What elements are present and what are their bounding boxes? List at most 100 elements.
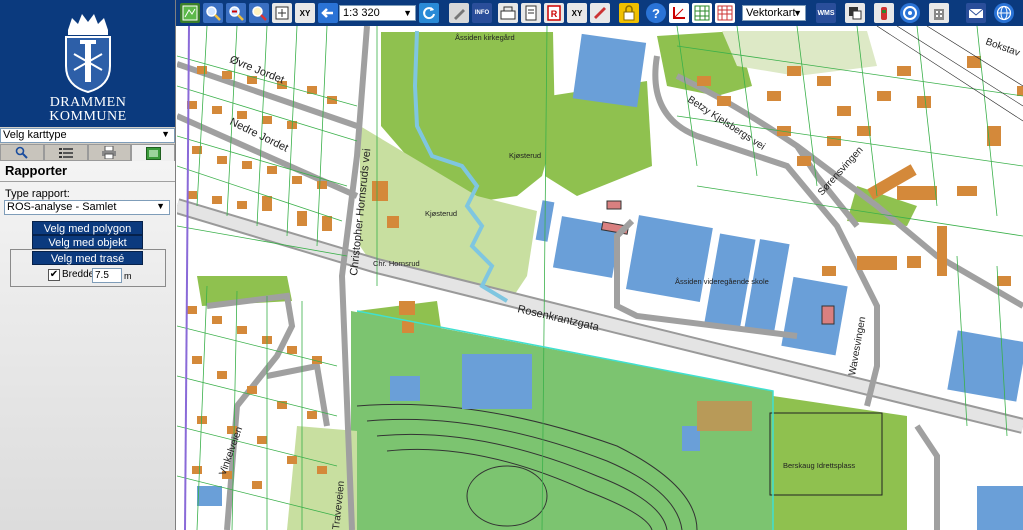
panel-divider — [0, 181, 175, 182]
coordinate-icon: XY — [299, 8, 311, 18]
back-button[interactable] — [318, 3, 338, 23]
coordinate-xy-icon: XY — [571, 8, 583, 18]
back-arrow-icon — [321, 8, 333, 18]
lock-icon — [623, 5, 635, 21]
info-icon: INFO — [474, 9, 490, 16]
house-near-school — [822, 266, 836, 276]
axis-button[interactable] — [669, 3, 689, 23]
map-select[interactable]: Vektorkart ▼ — [742, 5, 806, 21]
help-button[interactable]: ? — [646, 3, 666, 23]
globe-button[interactable] — [994, 3, 1014, 23]
map-label-assiden-kirkegard: Åssiden kirkegård — [455, 33, 515, 42]
select-trase-button[interactable]: Velg med trasé — [32, 251, 143, 265]
report-type-select-value: ROS-analyse - Samlet — [7, 201, 117, 213]
reports-panel: Rapporter Type rapport: ROS-analyse - Sa… — [0, 161, 175, 530]
grid-button[interactable] — [692, 3, 712, 23]
globe-icon — [996, 5, 1012, 21]
refresh-icon — [423, 7, 435, 20]
pan-button[interactable] — [272, 3, 292, 23]
coat-of-arms-logo — [65, 14, 111, 94]
scale-select-value: 1:3 320 — [343, 7, 380, 19]
chevron-down-icon: ▼ — [161, 129, 170, 139]
pan-icon — [275, 6, 289, 20]
org-name-line2: KOMMUNE — [49, 109, 127, 124]
target-button[interactable] — [900, 3, 920, 23]
wms-button[interactable]: WMS — [816, 3, 836, 23]
scale-select[interactable]: 1:3 320 ▼ — [339, 5, 416, 21]
zoom-extent-icon — [252, 6, 267, 21]
zoom-out-icon — [229, 6, 244, 21]
refresh-button[interactable] — [419, 3, 439, 23]
chevron-down-icon: ▼ — [793, 8, 802, 18]
report-type-select[interactable]: ROS-analyse - Samlet ▼ — [4, 200, 170, 215]
tab-search[interactable] — [0, 144, 44, 161]
svg-text:R: R — [551, 9, 558, 19]
width-checkbox[interactable]: ✔ — [48, 269, 60, 281]
map-label-kjosterud-2: Kjøsterud — [425, 209, 457, 218]
coordinate-xy-button[interactable]: XY — [567, 3, 587, 23]
map-type-select[interactable]: Velg karttype ▼ — [0, 128, 175, 143]
map-icon-button[interactable] — [180, 3, 200, 23]
sports-building — [697, 401, 752, 431]
select-polygon-button[interactable]: Velg med polygon — [32, 221, 143, 235]
wms-icon: WMS — [817, 9, 835, 17]
print-button[interactable] — [521, 3, 541, 23]
export-icon — [849, 7, 862, 20]
export-button[interactable] — [845, 3, 865, 23]
select-object-button[interactable]: Velg med objekt — [32, 235, 143, 249]
email-icon — [968, 8, 984, 18]
report-icon: R — [547, 5, 561, 21]
pink-building — [821, 305, 835, 325]
tab-reports[interactable] — [131, 144, 175, 161]
report-type-label: Type rapport: — [5, 188, 70, 200]
map-type-select-value: Velg karttype — [3, 129, 67, 141]
print-icon — [102, 146, 117, 159]
fire-button[interactable] — [874, 3, 894, 23]
tab-layers[interactable] — [43, 144, 88, 161]
width-input[interactable]: 7.5 — [92, 268, 122, 283]
target-icon — [903, 6, 917, 20]
zoom-extent-button[interactable] — [249, 3, 269, 23]
map-icon — [182, 5, 198, 21]
info-button[interactable]: INFO — [472, 3, 492, 23]
table-icon — [717, 5, 733, 21]
legend-button[interactable] — [498, 3, 518, 23]
logo-area: DRAMMEN KOMMUNE — [0, 0, 175, 127]
measure-button[interactable] — [590, 3, 610, 23]
map-label-kjosterud-1: Kjøsterud — [509, 151, 541, 160]
panel-tabs — [0, 144, 175, 161]
width-unit: m — [124, 271, 132, 281]
zoom-out-button[interactable] — [226, 3, 246, 23]
email-button[interactable] — [966, 3, 986, 23]
help-icon: ? — [652, 5, 660, 21]
layers-list-icon — [58, 147, 73, 158]
grid-icon — [694, 5, 710, 21]
tab-print[interactable] — [87, 144, 132, 161]
building-button[interactable] — [929, 3, 949, 23]
map-select-value: Vektorkart — [746, 7, 796, 19]
width-label: Bredde — [62, 269, 95, 280]
panel-title: Rapporter — [5, 163, 68, 178]
coordinate-button[interactable]: XY — [295, 3, 315, 23]
map-label-chr-hornsrud: Chr. Hornsrud — [373, 259, 420, 268]
legend-icon — [500, 6, 516, 20]
table-button[interactable] — [715, 3, 735, 23]
lock-button[interactable] — [619, 3, 639, 23]
draw-button[interactable] — [449, 3, 469, 23]
report-button[interactable]: R — [544, 3, 564, 23]
map-canvas[interactable]: Øvre Jordet Nedre Jordet Christopher Hor… — [177, 26, 1023, 530]
zoom-in-icon — [206, 6, 221, 21]
building-icon — [934, 9, 944, 20]
chevron-down-icon: ▼ — [156, 201, 165, 211]
fire-icon — [881, 7, 887, 20]
toolbar: XY 1:3 320 ▼ INFO R XY ? Vektorkart ▼ WM… — [176, 0, 1023, 26]
zoom-in-button[interactable] — [203, 3, 223, 23]
map-label-assiden-vgs: Åssiden videregående skole — [675, 277, 769, 286]
pink-building-3 — [606, 200, 622, 210]
report-map-icon — [145, 146, 161, 160]
app-window: DRAMMEN KOMMUNE Velg karttype ▼ Rapporte… — [0, 0, 1023, 530]
measure-icon — [594, 7, 606, 19]
search-icon — [16, 146, 29, 159]
print-icon — [525, 5, 537, 21]
map-svg: Øvre Jordet Nedre Jordet Christopher Hor… — [177, 26, 1023, 530]
